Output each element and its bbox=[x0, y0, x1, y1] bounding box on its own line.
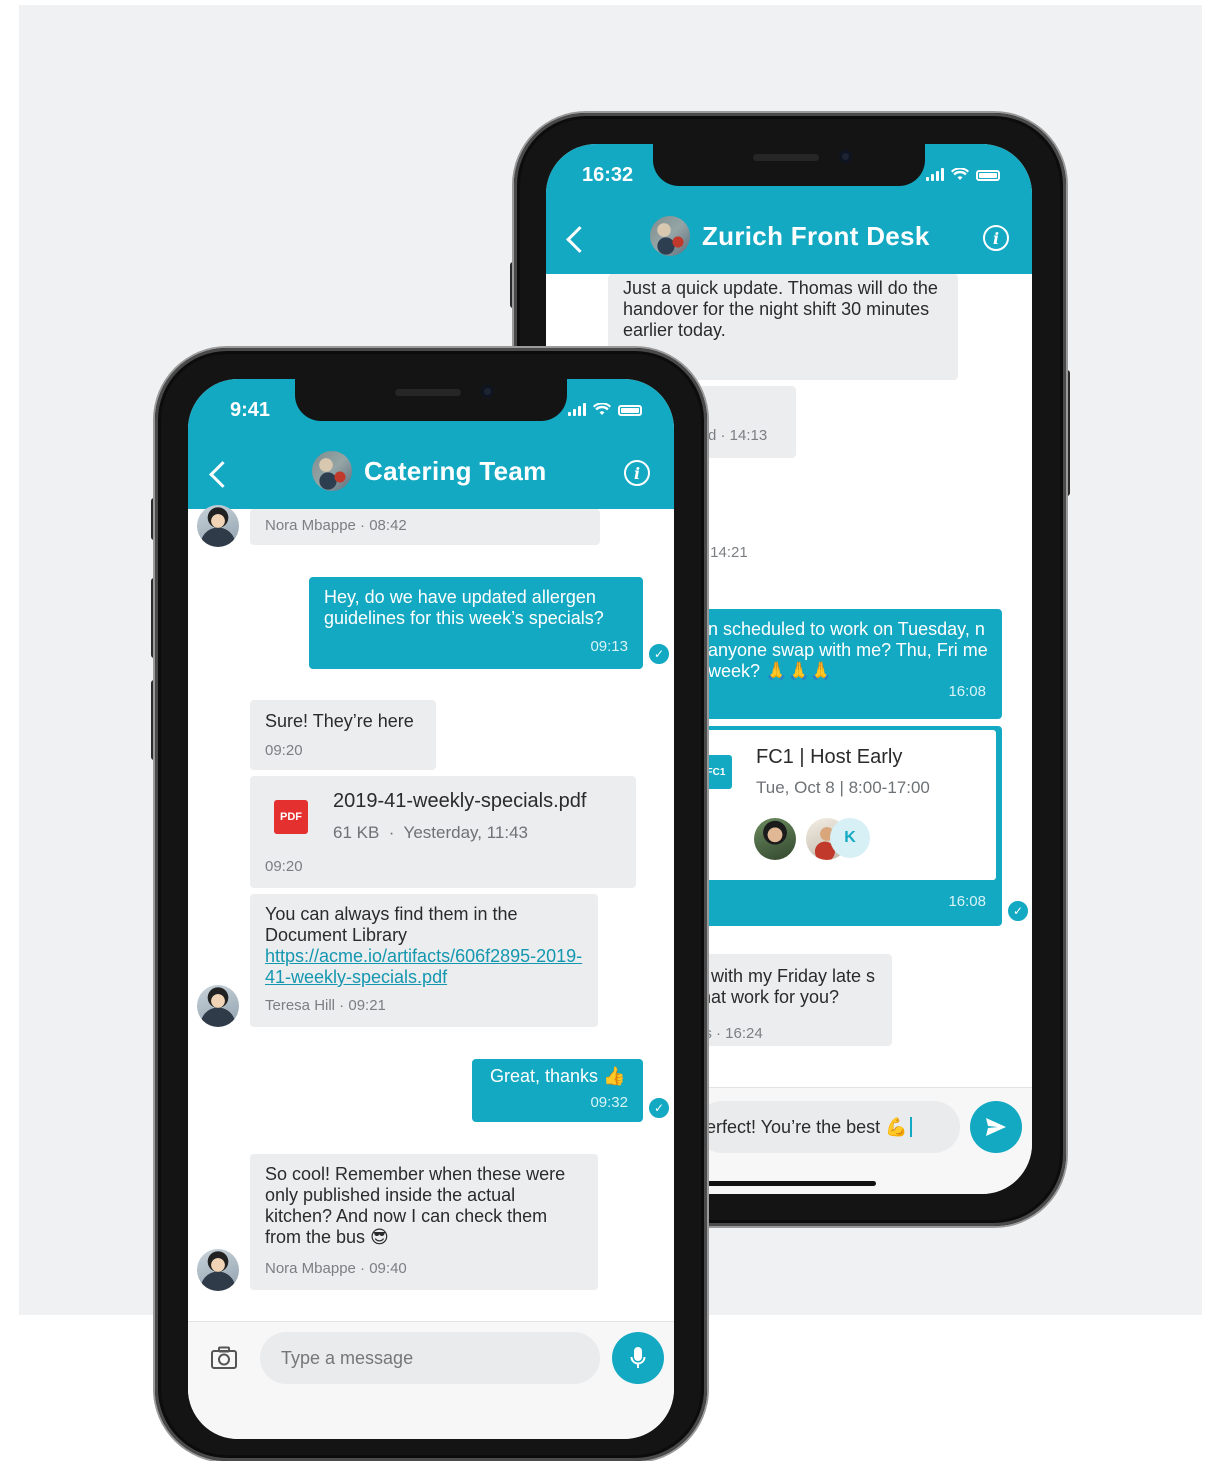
microphone-button[interactable] bbox=[612, 1332, 664, 1384]
document-link[interactable]: https://acme.io/artifacts/606f2895-2019-… bbox=[265, 946, 585, 988]
file-bubble[interactable]: PDF 2019-41-weekly-specials.pdf 61 KB · … bbox=[250, 776, 636, 888]
message-input[interactable]: Type a message bbox=[260, 1332, 600, 1384]
message-time: 09:20 bbox=[265, 858, 303, 875]
signal-icon bbox=[568, 403, 586, 416]
message-meta: · 14:21 bbox=[701, 544, 748, 561]
message-text: Great, thanks 👍 bbox=[490, 1066, 626, 1086]
message-text: Hey, do we have updated allergen guideli… bbox=[324, 587, 604, 628]
camera-icon[interactable] bbox=[210, 1346, 238, 1370]
sender-avatar bbox=[197, 505, 239, 547]
status-icons bbox=[568, 403, 642, 416]
message-time: 09:20 bbox=[265, 742, 303, 759]
info-icon[interactable]: i bbox=[983, 225, 1009, 251]
front-camera bbox=[481, 385, 494, 398]
message-bubble-out: n scheduled to work on Tuesday, n anyone… bbox=[696, 609, 1002, 719]
message-time: 16:08 bbox=[948, 683, 986, 700]
file-name: 2019-41-weekly-specials.pdf bbox=[333, 790, 587, 812]
message-time: 09:32 bbox=[590, 1094, 628, 1111]
message-text: p with my Friday late s that work for yo… bbox=[696, 966, 876, 1007]
shift-title: FC1 | Host Early bbox=[756, 746, 903, 768]
message-text: So cool! Remember when these were only p… bbox=[265, 1164, 566, 1247]
status-time: 9:41 bbox=[230, 399, 271, 421]
front-camera bbox=[839, 150, 852, 163]
front-phone: 9:41 Catering Team i Nora Mbappe · 08:42… bbox=[155, 348, 707, 1461]
message-bubble: p with my Friday late s that work for yo… bbox=[696, 954, 892, 1046]
back-chevron-icon[interactable] bbox=[209, 461, 236, 488]
chat-title-group[interactable]: Zurich Front Desk bbox=[650, 216, 930, 256]
battery-icon bbox=[976, 170, 1000, 181]
microphone-icon bbox=[630, 1347, 646, 1368]
message-bubble: Sure! They’re here 09:20 bbox=[250, 700, 436, 770]
message-bubble: You can always find them in the Document… bbox=[250, 894, 598, 1027]
message-bubble: Nora Mbappe · 08:42 bbox=[250, 509, 600, 545]
message-input[interactable]: erfect! You’re the best 💪 bbox=[696, 1101, 960, 1153]
message-bubble: So cool! Remember when these were only p… bbox=[250, 1154, 598, 1290]
message-time: 09:13 bbox=[590, 638, 628, 655]
pdf-file-icon: PDF bbox=[274, 800, 308, 834]
notch bbox=[295, 379, 567, 421]
message-text: n scheduled to work on Tuesday, n anyone… bbox=[708, 619, 988, 681]
shift-when: Tue, Oct 8 | 8:00-17:00 bbox=[756, 778, 930, 797]
text-cursor bbox=[909, 1117, 912, 1137]
message-meta: Nora Mbappe · 09:40 bbox=[265, 1260, 407, 1277]
message-text: Just a quick update. Thomas will do the … bbox=[623, 278, 938, 340]
shift-member-avatar bbox=[754, 818, 796, 860]
wifi-icon bbox=[951, 168, 969, 180]
home-indicator bbox=[706, 1181, 876, 1186]
message-meta: Nora Mbappe · 08:42 bbox=[265, 517, 407, 534]
group-avatar bbox=[312, 451, 352, 491]
chat-title: Zurich Front Desk bbox=[702, 220, 930, 251]
status-time: 16:32 bbox=[582, 164, 634, 186]
message-text: Sure! They’re here bbox=[265, 711, 414, 731]
send-icon bbox=[986, 1118, 1006, 1136]
check-icon: ✓ bbox=[647, 1096, 671, 1120]
signal-icon bbox=[926, 168, 944, 181]
message-bubble-out: Hey, do we have updated allergen guideli… bbox=[309, 577, 643, 669]
info-icon[interactable]: i bbox=[624, 460, 650, 486]
composer: Type a message bbox=[188, 1321, 674, 1439]
sender-avatar bbox=[197, 1249, 239, 1291]
chat-title-group[interactable]: Catering Team bbox=[312, 451, 547, 491]
back-chevron-icon[interactable] bbox=[566, 226, 593, 253]
shift-member-initial: K bbox=[830, 818, 870, 858]
shift-card[interactable]: FC1 FC1 | Host Early Tue, Oct 8 | 8:00-1… bbox=[696, 730, 996, 880]
message-time: 16:08 bbox=[948, 893, 986, 910]
message-text: You can always find them in the Document… bbox=[265, 904, 518, 945]
check-icon: ✓ bbox=[1006, 899, 1030, 923]
chat-title: Catering Team bbox=[364, 455, 547, 486]
sender-avatar bbox=[197, 985, 239, 1027]
notch bbox=[653, 144, 925, 186]
battery-icon bbox=[618, 405, 642, 416]
message-bubble-out: Great, thanks 👍 09:32 bbox=[472, 1059, 643, 1122]
status-icons bbox=[926, 168, 1000, 181]
send-button[interactable] bbox=[970, 1101, 1022, 1153]
file-info: 61 KB · Yesterday, 11:43 bbox=[333, 823, 529, 842]
front-phone-screen: 9:41 Catering Team i Nora Mbappe · 08:42… bbox=[188, 379, 674, 1439]
check-icon: ✓ bbox=[647, 642, 671, 666]
message-meta: Teresa Hill · 09:21 bbox=[265, 997, 386, 1014]
shift-card-bubble[interactable]: FC1 FC1 | Host Early Tue, Oct 8 | 8:00-1… bbox=[696, 726, 1002, 926]
group-avatar bbox=[650, 216, 690, 256]
message-meta: rd · 14:13 bbox=[703, 427, 768, 444]
wifi-icon bbox=[593, 403, 611, 415]
